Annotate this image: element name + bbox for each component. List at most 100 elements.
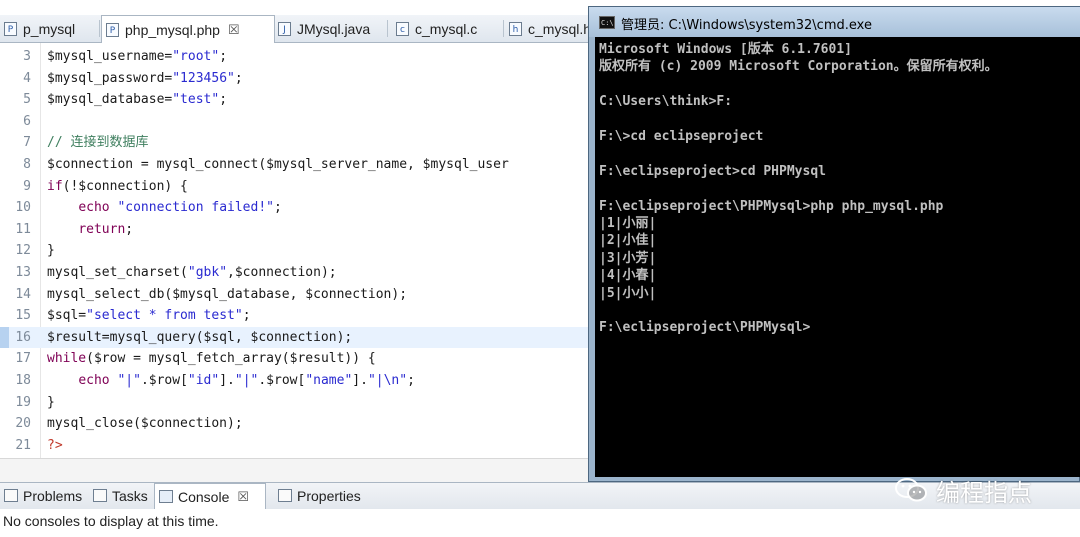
cmd-window[interactable]: C:\ 管理员: C:\Windows\system32\cmd.exe Mic… (588, 6, 1080, 482)
c-file-icon: c (396, 21, 409, 36)
code-line[interactable]: 14 mysql_select_db($mysql_database, $conn… (0, 284, 590, 306)
line-number: 10 (15, 200, 31, 216)
code-line[interactable]: 17 while($row = mysql_fetch_array($result… (0, 348, 590, 370)
code-line[interactable]: 20 mysql_close($connection); (0, 413, 590, 435)
code-text: return; (78, 221, 134, 237)
line-number: 18 (15, 373, 31, 388)
c-header-icon: h (509, 21, 522, 36)
code-text: } (47, 394, 55, 410)
console-line: |4|小春| (599, 268, 657, 284)
line-number: 5 (23, 92, 31, 108)
code-text: $mysql_database="test"; (47, 92, 228, 108)
cmd-title-bar[interactable]: C:\ 管理员: C:\Windows\system32\cmd.exe (589, 7, 1080, 37)
editor-tab-bar: P p_mysql P php_mysql.php ☒ J JMysql.jav… (0, 15, 600, 44)
line-number: 17 (15, 351, 31, 367)
code-text: $mysql_password="123456"; (47, 70, 243, 86)
code-line[interactable]: 19} (0, 392, 590, 414)
console-empty-message: No consoles to display at this time. (3, 513, 219, 529)
tab-label: Properties (297, 487, 361, 504)
code-line[interactable]: 7 // 连接到数据库 (0, 132, 590, 154)
line-number: 11 (15, 221, 31, 237)
line-number: 9 (23, 178, 31, 194)
code-line[interactable]: 13 mysql_set_charset("gbk",$connection); (0, 262, 590, 284)
code-line[interactable]: 15 $sql="select * from test"; (0, 305, 590, 327)
tab-console[interactable]: Console ☒ (154, 483, 266, 509)
code-line[interactable]: 8 $connection = mysql_connect($mysql_serv… (0, 154, 590, 176)
close-icon[interactable]: ☒ (228, 22, 240, 38)
tab-c-mysql-h[interactable]: h c_mysql.h (505, 15, 600, 42)
line-number: 15 (15, 308, 31, 324)
code-text: // 连接到数据库 (47, 135, 149, 151)
line-number: 19 (15, 394, 31, 410)
console-line: F:\eclipseproject\PHPMysql> (599, 320, 811, 336)
tab-label: c_mysql.h (528, 20, 592, 37)
code-editor[interactable]: 3 $mysql_username="root"; 4 $mysql_password… (0, 43, 590, 458)
code-line[interactable]: 21 ?> (0, 435, 590, 457)
line-number: 13 (15, 265, 31, 280)
code-text: echo "connection failed!"; (78, 200, 282, 216)
watermark-text: 编程指点 (936, 478, 1032, 507)
properties-icon (278, 489, 292, 502)
code-text: if(!$connection) { (47, 178, 188, 194)
line-number: 14 (15, 286, 31, 302)
code-text: $result=mysql_query($sql, $connection); (47, 329, 353, 345)
php-file-icon: P (4, 21, 17, 36)
code-line[interactable]: 11 return; (0, 219, 590, 241)
tab-jmysql-java[interactable]: J JMysql.java (274, 15, 388, 42)
problems-icon (4, 489, 18, 502)
tab-label: JMysql.java (297, 20, 371, 37)
console-line: Microsoft Windows [版本 6.1.7601] (599, 42, 852, 57)
code-line[interactable]: 3 $mysql_username="root"; (0, 46, 590, 68)
console-line: F:\eclipseproject\PHPMysql>php php_mysql… (599, 198, 944, 214)
code-line[interactable]: 16 $result=mysql_query($sql, $connection)… (0, 326, 590, 349)
code-line[interactable]: 10 echo "connection failed!"; (0, 197, 590, 219)
console-line: C:\Users\think>F: (599, 94, 733, 110)
cmd-icon: C:\ (599, 16, 615, 29)
tab-p-mysql[interactable]: P p_mysql (0, 15, 100, 42)
tab-tasks[interactable]: Tasks (89, 483, 151, 508)
close-icon[interactable]: ☒ (237, 489, 249, 505)
tab-properties[interactable]: Properties (274, 483, 368, 508)
console-icon (159, 490, 173, 503)
console-line: F:\>cd eclipseproject (599, 129, 764, 144)
console-line: |5|小小| (599, 285, 657, 301)
code-text: while($row = mysql_fetch_array($result))… (47, 351, 376, 367)
code-text: $sql="select * from test"; (47, 308, 251, 324)
tasks-icon (93, 489, 107, 502)
tab-php-mysql-php[interactable]: P php_mysql.php ☒ (101, 15, 275, 44)
tab-label: php_mysql.php (125, 22, 220, 38)
console-line: |3|小芳| (599, 250, 657, 266)
line-number: 20 (15, 416, 31, 432)
tab-problems[interactable]: Problems (0, 483, 88, 508)
code-text: } (47, 243, 55, 259)
tab-label: Console (178, 488, 230, 505)
line-number: 4 (23, 70, 31, 86)
php-file-icon: P (106, 23, 119, 37)
tab-c-mysql-c[interactable]: c c_mysql.c (392, 15, 504, 42)
editor-horizontal-scroll-area[interactable] (0, 458, 590, 483)
wechat-icon (895, 478, 927, 502)
cmd-console-output[interactable]: Microsoft Windows [版本 6.1.7601] 版权所有 (c) … (595, 37, 1080, 477)
code-line[interactable]: 9 if(!$connection) { (0, 176, 590, 198)
code-line[interactable]: 6 (0, 111, 590, 133)
code-text: echo "|".$row["id"]."|".$row["name"]."|\… (78, 373, 415, 388)
code-line[interactable]: 5 $mysql_database="test"; (0, 89, 590, 111)
tab-label: Problems (23, 487, 83, 504)
line-number: 7 (23, 135, 31, 151)
line-number: 16 (15, 329, 31, 345)
code-text: mysql_close($connection); (47, 416, 243, 432)
watermark: 编程指点 (894, 470, 1032, 510)
code-line[interactable]: 12} (0, 240, 590, 262)
code-text: mysql_select_db($mysql_database, $connec… (47, 286, 408, 302)
console-line: |2|小佳| (599, 233, 657, 249)
code-text: ?> (47, 437, 63, 453)
line-number: 3 (23, 49, 31, 64)
console-line: 版权所有 (c) 2009 Microsoft Corporation。保留所有… (599, 59, 998, 75)
code-line[interactable]: 4 $mysql_password="123456"; (0, 68, 590, 90)
code-line[interactable]: 18 echo "|".$row["id"]."|".$row["name"].… (0, 370, 590, 392)
tab-label: Tasks (112, 487, 148, 504)
code-text: mysql_set_charset("gbk",$connection); (47, 265, 337, 280)
console-line: |1|小丽| (599, 216, 657, 231)
console-line: F:\eclipseproject>cd PHPMysql (599, 163, 826, 179)
java-file-icon: J (278, 21, 291, 36)
